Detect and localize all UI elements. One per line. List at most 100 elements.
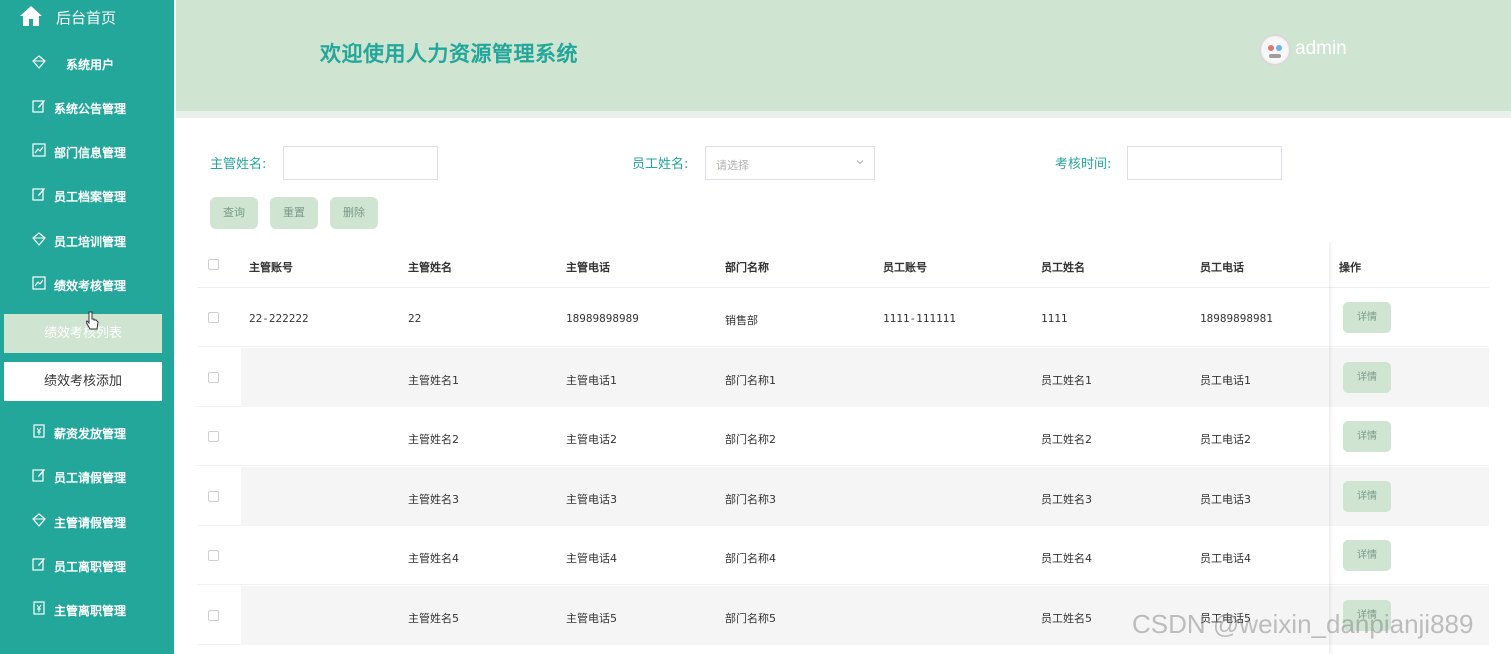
- table-cell: 主管电话5: [566, 611, 617, 625]
- sidebar-item-label: 主管请假管理: [54, 516, 127, 530]
- delete-button[interactable]: 删除: [330, 197, 378, 229]
- sidebar-item-label: 员工培训管理: [54, 235, 127, 249]
- row-checkbox[interactable]: [208, 431, 219, 442]
- fixed-column-shadow: [1329, 242, 1333, 654]
- table-cell: 主管姓名3: [408, 492, 459, 506]
- diamond-icon: [32, 55, 46, 69]
- chevron-down-icon: [856, 160, 864, 165]
- table-cell: 主管电话1: [566, 373, 617, 387]
- review-table: 主管账号 主管姓名 主管电话 部门名称 员工账号 员工姓名 员工电话 操作 22-222222…: [197, 242, 1489, 654]
- column-header: 操作: [1339, 261, 1361, 274]
- detail-button[interactable]: 详情: [1343, 480, 1391, 512]
- table-cell: 员工姓名2: [1041, 433, 1092, 446]
- edit-icon: [32, 188, 45, 201]
- row-checkbox[interactable]: [208, 490, 219, 502]
- column-header: 员工账号: [883, 261, 927, 274]
- row-checkbox[interactable]: [208, 312, 219, 323]
- table-row: 主管姓名4 主管电话4 部门名称4 员工姓名4 员工电话4 详情: [197, 526, 1489, 585]
- detail-button[interactable]: 详情: [1343, 361, 1391, 393]
- username[interactable]: admin: [1295, 38, 1347, 60]
- sidebar-item-label: 薪资发放管理: [54, 427, 127, 441]
- sidebar-item-7[interactable]: 薪资发放管理: [0, 411, 174, 455]
- edit-icon: [32, 469, 45, 482]
- manager-name-label: 主管姓名:: [210, 157, 267, 172]
- table-row: 22-222222 22 18989898989 销售部 1111-111111 1111…: [197, 288, 1489, 347]
- sidebar-item-label: 绩效考核管理: [54, 279, 127, 293]
- table-cell: 主管姓名1: [408, 373, 459, 387]
- avatar-icon: [1262, 37, 1288, 63]
- home-label: 后台首页: [56, 9, 117, 27]
- money-icon: [33, 601, 45, 615]
- reset-button[interactable]: 重置: [270, 197, 318, 229]
- table-cell: 部门名称1: [725, 373, 776, 387]
- sidebar-item-label: 部门信息管理: [54, 146, 127, 160]
- submenu-review-add[interactable]: 绩效考核添加: [4, 362, 162, 401]
- edit-icon: [32, 100, 45, 113]
- sidebar-item-8[interactable]: 员工请假管理: [0, 455, 174, 499]
- row-checkbox[interactable]: [208, 550, 219, 561]
- sidebar-item-11[interactable]: 主管离职管理: [0, 588, 174, 632]
- employee-name-placeholder: 请选择: [716, 159, 749, 172]
- table-cell: 员工姓名1: [1041, 373, 1092, 387]
- table-cell: 员工电话3: [1200, 492, 1251, 506]
- submenu-review-list[interactable]: 绩效考核列表: [4, 314, 162, 353]
- table-cell: 部门名称3: [725, 492, 776, 506]
- table-cell: 部门名称5: [725, 611, 776, 625]
- sidebar-item-9[interactable]: 主管请假管理: [0, 500, 174, 544]
- sidebar-item-label: 员工档案管理: [54, 190, 127, 204]
- column-header: 员工姓名: [1041, 261, 1085, 274]
- diamond-icon: [32, 232, 46, 246]
- table-cell: 主管电话4: [566, 552, 617, 565]
- top-header: 欢迎使用人力资源管理系统 admin: [176, 0, 1511, 111]
- column-header: 员工电话: [1200, 261, 1244, 274]
- row-checkbox[interactable]: [208, 609, 219, 621]
- table-cell: 员工电话1: [1200, 373, 1251, 387]
- table-row: 主管姓名2 主管电话2 部门名称2 员工姓名2 员工电话2 详情: [197, 407, 1489, 466]
- money-icon: [33, 424, 45, 438]
- table-cell: 1111: [1041, 312, 1068, 325]
- sidebar-item-5[interactable]: 员工培训管理: [0, 219, 174, 263]
- sidebar-item-10[interactable]: 员工离职管理: [0, 544, 174, 588]
- watermark: CSDN @weixin_danpianji889: [1132, 609, 1474, 639]
- query-button[interactable]: 查询: [210, 197, 258, 229]
- table-cell: 22-222222: [249, 312, 309, 325]
- table-cell: 22: [408, 312, 422, 325]
- sidebar-item-label: 系统公告管理: [54, 102, 127, 116]
- sidebar-item-4[interactable]: 员工档案管理: [0, 174, 174, 218]
- table-cell: 员工电话4: [1200, 552, 1251, 565]
- employee-name-select[interactable]: 请选择: [705, 146, 875, 180]
- home-icon: [20, 6, 42, 26]
- detail-button[interactable]: 详情: [1343, 302, 1391, 333]
- select-all-checkbox[interactable]: [208, 259, 219, 270]
- mouse-cursor-icon: [86, 311, 99, 330]
- table-cell: 员工姓名5: [1041, 611, 1092, 625]
- column-header: 主管电话: [566, 261, 610, 274]
- manager-name-input[interactable]: [283, 146, 438, 180]
- home-link[interactable]: 后台首页: [0, 0, 174, 34]
- table-cell: 18989898981: [1200, 312, 1273, 325]
- sidebar-item-1[interactable]: 系统用户: [0, 42, 174, 86]
- table-cell: 1111-111111: [883, 312, 956, 325]
- chart-icon: [32, 276, 46, 290]
- sidebar-item-label: 主管离职管理: [54, 604, 127, 618]
- sidebar-item-3[interactable]: 部门信息管理: [0, 130, 174, 174]
- table-cell: 部门名称4: [725, 552, 776, 565]
- table-row: 主管姓名3 主管电话3 部门名称3 员工姓名3 员工电话3 详情: [197, 466, 1489, 526]
- table-cell: 主管姓名2: [408, 433, 459, 446]
- page-title: 欢迎使用人力资源管理系统: [320, 42, 578, 66]
- edit-icon: [32, 558, 45, 571]
- detail-button[interactable]: 详情: [1343, 540, 1391, 571]
- table-cell: 员工姓名3: [1041, 492, 1092, 506]
- sidebar-item-6[interactable]: 绩效考核管理: [0, 263, 174, 307]
- review-time-input[interactable]: [1127, 146, 1282, 180]
- column-header: 部门名称: [725, 261, 769, 274]
- detail-button[interactable]: 详情: [1343, 421, 1391, 452]
- table-cell: 员工电话2: [1200, 433, 1251, 446]
- table-cell: 主管姓名4: [408, 552, 459, 565]
- table-cell: 员工姓名4: [1041, 552, 1092, 565]
- table-row: 主管姓名1 主管电话1 部门名称1 员工姓名1 员工电话1 详情: [197, 347, 1489, 407]
- row-checkbox[interactable]: [208, 371, 219, 383]
- avatar[interactable]: [1259, 34, 1291, 66]
- sidebar-item-2[interactable]: 系统公告管理: [0, 86, 174, 130]
- chart-icon: [32, 143, 46, 157]
